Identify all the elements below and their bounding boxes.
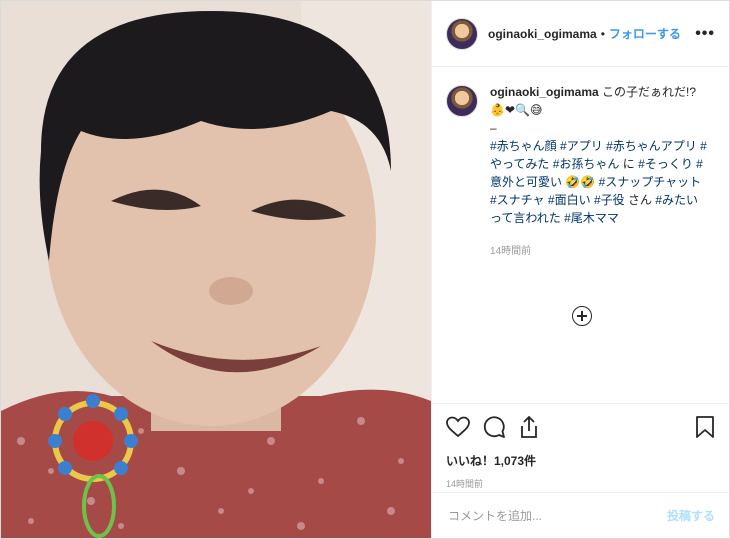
comment-input[interactable] [446,507,667,524]
caption: oginaoki_ogimama この子だぁれだ!? 👶❤🔍😅 – #赤ちゃん顔… [432,67,729,261]
more-icon[interactable]: ••• [695,25,715,43]
header-username[interactable]: oginaoki_ogimama [488,27,597,41]
hashtag[interactable]: #尾木ママ [564,211,619,225]
follow-button[interactable]: フォローする [609,25,681,42]
post-header: oginaoki_ogimama • フォローする ••• [432,1,729,67]
likes-count[interactable]: いいね！1,073件 [446,452,715,469]
hashtag[interactable]: #そっくり [638,157,693,171]
hashtag[interactable]: #赤ちゃん顔 [490,139,557,153]
caption-word: さん [627,193,652,207]
caption-timestamp: 14時間前 [490,246,532,257]
post-timestamp: 14時間前 [446,479,484,489]
hashtag[interactable]: #アプリ [560,139,603,153]
hashtag[interactable]: #面白い [548,193,591,207]
caption-body: oginaoki_ogimama この子だぁれだ!? 👶❤🔍😅 – #赤ちゃん顔… [490,83,710,261]
plus-circle-icon[interactable] [572,306,592,326]
post-photo[interactable] [1,1,431,538]
header-separator: • [600,26,605,41]
hashtag[interactable]: #赤ちゃんアプリ [606,139,697,153]
photo-illustration [1,1,431,538]
caption-username[interactable]: oginaoki_ogimama [490,85,599,99]
bookmark-icon[interactable] [695,415,715,444]
caption-emoji: 👶❤🔍😅 [490,103,543,117]
comment-icon[interactable] [482,415,506,444]
caption-avatar[interactable] [446,85,478,117]
hashtag[interactable]: #スナップチャット [599,175,702,189]
hashtag[interactable]: #子役 [594,193,625,207]
comment-bar: 投稿する [432,492,729,538]
post-modal: oginaoki_ogimama • フォローする ••• oginaoki_o… [0,0,730,539]
caption-tags: #赤ちゃん顔 #アプリ #赤ちゃんアプリ #やってみた #お孫ちゃん に #そっ… [490,137,710,227]
caption-word: に [622,157,635,171]
post-sidebar: oginaoki_ogimama • フォローする ••• oginaoki_o… [431,1,729,538]
hashtag[interactable]: #スナチャ [490,193,545,207]
caption-emoji-2: 🤣🤣 [565,175,596,189]
post-comment-button[interactable]: 投稿する [667,507,715,524]
caption-text: この子だぁれだ!? [602,85,697,99]
share-icon[interactable] [518,415,540,444]
heart-icon[interactable] [446,416,470,443]
hashtag[interactable]: #お孫ちゃん [553,157,620,171]
caption-dash: – [490,121,497,135]
action-bar: いいね！1,073件 14時間前 [432,403,729,493]
avatar[interactable] [446,17,478,50]
